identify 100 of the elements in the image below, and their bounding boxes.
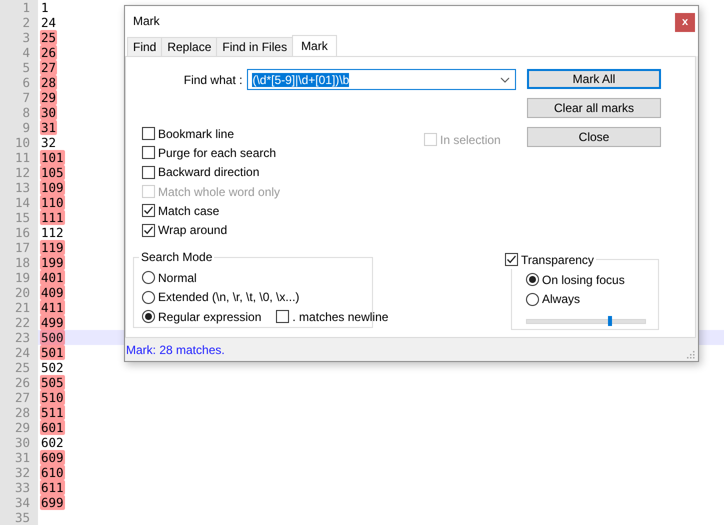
checkbox[interactable] — [505, 253, 518, 266]
line-number: 19 — [14, 270, 31, 285]
code-text: 411 — [40, 300, 65, 315]
line-number: 3 — [21, 30, 31, 45]
code-text: 510 — [40, 390, 65, 405]
dialog-button[interactable]: Mark All — [527, 69, 661, 89]
code-text: 505 — [40, 375, 65, 390]
code-text: 105 — [40, 165, 65, 180]
dialog-button[interactable]: Close — [527, 127, 661, 147]
caret-icon[interactable] — [500, 76, 510, 82]
radio-label: Normal — [158, 270, 197, 285]
code-text: 499 — [40, 315, 65, 330]
radio-button[interactable] — [526, 273, 539, 286]
checkbox[interactable] — [276, 310, 290, 324]
tab[interactable]: Find — [127, 37, 162, 56]
transparency-slider[interactable] — [526, 318, 646, 324]
dialog-button[interactable]: Clear all marks — [527, 98, 661, 118]
line-number: 26 — [14, 375, 31, 390]
checkbox-label: Transparency — [521, 252, 594, 267]
line-number: 32 — [14, 465, 31, 480]
find-what-field[interactable]: (\d*[5-9]|\d+[01])\b — [247, 69, 516, 90]
line-number: 31 — [14, 450, 31, 465]
radio-label: Extended (\n, \r, \t, \0, \x...) — [158, 290, 300, 304]
code-text: 26 — [40, 45, 58, 60]
code-text: 30 — [40, 105, 58, 120]
code-text: 602 — [40, 435, 65, 450]
checkbox-label: In selection — [440, 132, 501, 147]
radio-button[interactable] — [526, 292, 539, 306]
line-number: 27 — [14, 390, 31, 405]
radio-label: Regular expression — [158, 310, 262, 324]
checkbox-label: Wrap around — [158, 223, 228, 238]
line-number: 16 — [14, 225, 31, 240]
code-text: 27 — [40, 60, 58, 75]
code-text: 401 — [40, 270, 65, 285]
group-title: Search Mode — [139, 250, 214, 264]
code-text: 611 — [40, 480, 65, 495]
line-number: 35 — [14, 510, 31, 525]
code-text: 28 — [40, 75, 58, 90]
line-number: 29 — [14, 420, 31, 435]
line-number: 30 — [14, 435, 31, 450]
code-text: 29 — [40, 90, 58, 105]
code-text: 609 — [40, 450, 65, 465]
line-number: 1 — [21, 0, 31, 15]
radio-button[interactable] — [142, 271, 155, 284]
radio-button[interactable] — [142, 290, 155, 304]
line-number: 14 — [14, 195, 31, 210]
code-text: 1 — [40, 0, 50, 15]
line-number: 28 — [14, 405, 31, 420]
resize-grip-icon[interactable] — [686, 350, 695, 359]
radio-button[interactable] — [142, 310, 155, 324]
code-text: 501 — [40, 345, 65, 360]
code-text: 409 — [40, 285, 65, 300]
line-number: 2 — [21, 15, 31, 30]
window-close-button[interactable]: x — [675, 12, 695, 32]
line-number: 17 — [14, 240, 31, 255]
field-label: Find what : — [182, 72, 242, 86]
checkbox-label: Match whole word only — [158, 184, 280, 199]
line-number: 18 — [14, 255, 31, 270]
code-text: 119 — [40, 240, 65, 255]
line-number: 33 — [14, 480, 31, 495]
checkbox[interactable] — [142, 204, 155, 218]
checkbox-label: . matches newline — [292, 310, 388, 324]
line-number: 22 — [14, 315, 31, 330]
code-text: 601 — [40, 420, 65, 435]
checkbox-label: Match case — [158, 204, 220, 218]
line-number: 24 — [14, 345, 31, 360]
line-number: 11 — [14, 150, 31, 165]
radio-label: On losing focus — [542, 272, 625, 287]
line-number: 34 — [14, 495, 31, 510]
line-number: 5 — [21, 60, 31, 75]
code-text: 610 — [40, 465, 65, 480]
tab[interactable]: Mark — [292, 35, 337, 56]
slider-thumb[interactable] — [608, 316, 612, 326]
code-text: 24 — [40, 15, 58, 30]
code-text: 110 — [40, 195, 65, 210]
tab[interactable]: Replace — [161, 37, 218, 56]
code-text: 112 — [40, 225, 65, 240]
checkbox-label: Backward direction — [158, 165, 260, 180]
checkbox[interactable] — [142, 166, 155, 179]
checkbox-label: Purge for each search — [158, 146, 276, 160]
code-text: 31 — [40, 120, 58, 135]
code-text: 101 — [40, 150, 65, 165]
code-text: 502 — [40, 360, 65, 375]
code-text: 111 — [40, 210, 65, 225]
tab[interactable]: Find in Files — [216, 37, 294, 56]
line-number: 21 — [14, 300, 31, 315]
status-text: Mark: 28 matches. — [126, 342, 225, 356]
line-number: 9 — [21, 120, 31, 135]
line-number: 20 — [14, 285, 31, 300]
code-text: 25 — [40, 30, 58, 45]
line-number: 10 — [14, 135, 31, 150]
line-number: 13 — [14, 180, 31, 195]
line-number: 8 — [21, 105, 31, 120]
checkbox[interactable] — [142, 146, 155, 160]
code-text: 511 — [40, 405, 65, 420]
checkbox[interactable] — [142, 224, 155, 237]
code-text: 32 — [40, 135, 58, 150]
line-number: 23 — [14, 330, 31, 345]
checkbox[interactable] — [142, 127, 155, 140]
checkbox-label: Bookmark line — [158, 126, 234, 141]
